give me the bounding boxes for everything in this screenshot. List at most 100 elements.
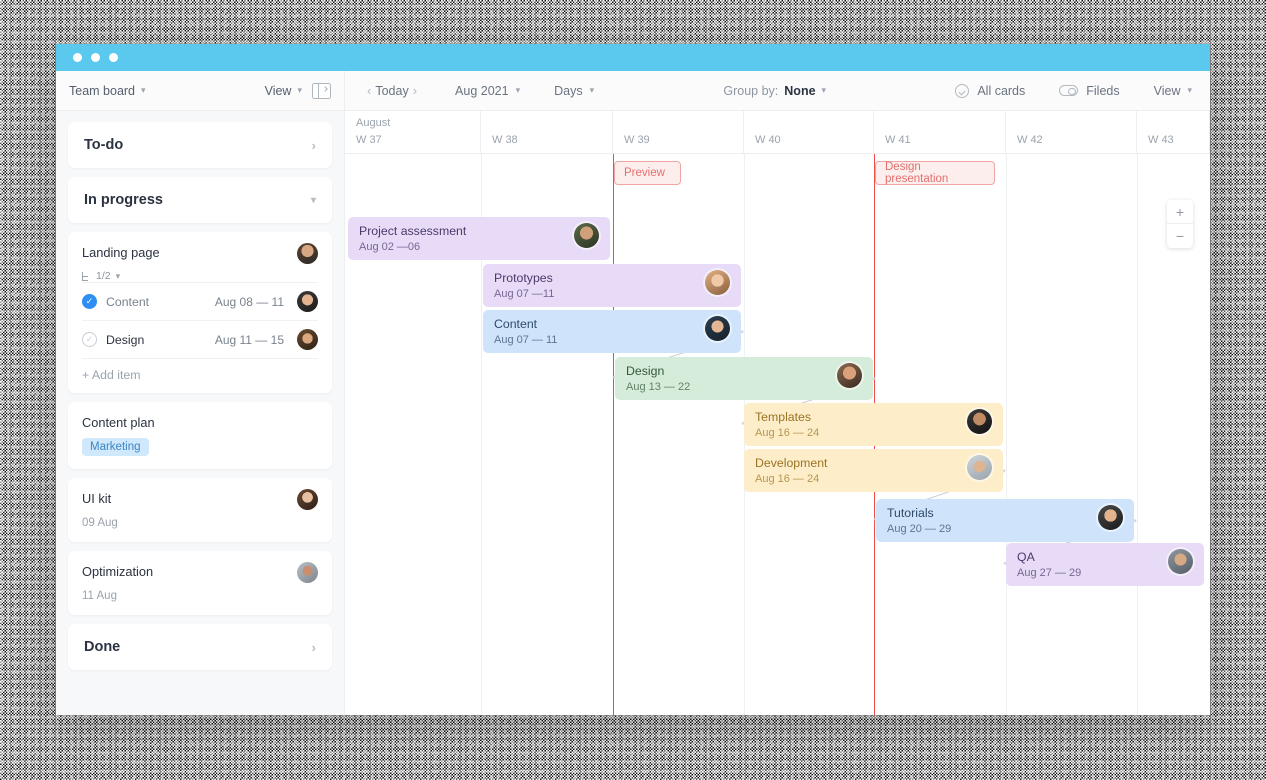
- week-label: W 41: [885, 134, 911, 146]
- avatar: [967, 409, 992, 434]
- timeline-column-header: W 42: [1006, 111, 1137, 153]
- scale-selector[interactable]: Days ▾: [554, 84, 594, 98]
- week-label: W 37: [356, 134, 382, 146]
- add-item-button[interactable]: + Add item: [82, 358, 318, 385]
- grid-line: [1137, 154, 1138, 715]
- checkbox-unchecked-icon[interactable]: ✓: [82, 332, 97, 347]
- subitem-date: Aug 11 — 15: [214, 332, 284, 347]
- group-by-selector[interactable]: Group by: None ▾: [723, 84, 826, 98]
- card-title: Landing page: [82, 245, 160, 260]
- avatar: [297, 489, 318, 510]
- zoom-in-button[interactable]: +: [1167, 200, 1193, 224]
- next-period-button[interactable]: ›: [409, 83, 421, 98]
- task-text: Design Aug 13 — 22: [626, 364, 837, 393]
- task-date-range: Aug 27 — 29: [1017, 567, 1082, 579]
- timeline-column-header: W 41: [874, 111, 1006, 153]
- avatar: [1098, 505, 1123, 530]
- group-title: To-do: [84, 137, 124, 153]
- gantt-task-bar[interactable]: Development Aug 16 — 24: [744, 449, 1003, 492]
- group-by-value: None: [784, 83, 816, 98]
- gantt-task-bar[interactable]: Content Aug 07 — 11: [483, 310, 741, 353]
- list-item[interactable]: Content plan Marketing: [68, 402, 332, 469]
- task-name: Development: [755, 456, 828, 470]
- card-header: Landing page: [82, 243, 318, 264]
- window-close-dot[interactable]: [73, 53, 82, 62]
- avatar: [705, 316, 730, 341]
- card-date: 09 Aug: [82, 517, 118, 529]
- board-selector[interactable]: Team board ▾: [69, 84, 265, 98]
- gantt-task-bar[interactable]: Prototypes Aug 07 —11: [483, 264, 741, 307]
- timeline-grid-header: August W 37 W 38 W 39 W 40 W 41 W 42 W 43: [345, 111, 1210, 154]
- zoom-controls: + −: [1167, 200, 1193, 248]
- window-maximize-dot[interactable]: [109, 53, 118, 62]
- card-date: 11 Aug: [82, 590, 117, 602]
- list-item[interactable]: ✓ Design Aug 11 — 15: [82, 320, 318, 358]
- list-item[interactable]: Optimization 11 Aug: [68, 551, 332, 615]
- list-item[interactable]: UI kit 09 Aug: [68, 478, 332, 542]
- timeline-view-selector[interactable]: View ▾: [1154, 84, 1192, 98]
- sidebar-view-label: View: [264, 83, 292, 98]
- previous-period-button[interactable]: ‹: [363, 83, 375, 98]
- milestone-label[interactable]: Design presentation: [875, 161, 995, 185]
- week-label: W 38: [492, 134, 518, 146]
- fields-button[interactable]: Fileds: [1059, 84, 1120, 98]
- chevron-down-icon: ▾: [297, 85, 302, 95]
- sidebar-group-done[interactable]: Done ›: [68, 624, 332, 670]
- sidebar-group-in-progress[interactable]: In progress ▾: [68, 177, 332, 223]
- sidebar-view-selector[interactable]: View ▾: [265, 84, 302, 98]
- month-selector[interactable]: Aug 2021 ▾: [455, 84, 520, 98]
- subtask-icon: [82, 271, 91, 281]
- gantt-task-bar[interactable]: QA Aug 27 — 29: [1006, 543, 1204, 586]
- chevron-down-icon: ▾: [515, 85, 521, 95]
- zoom-out-button[interactable]: −: [1167, 224, 1193, 248]
- chevron-down-icon: ▾: [821, 85, 827, 95]
- sidebar-group-todo[interactable]: To-do ›: [68, 122, 332, 168]
- avatar: [705, 270, 730, 295]
- panel-toggle-icon[interactable]: [312, 82, 331, 99]
- month-label: Aug 2021: [455, 83, 509, 98]
- avatar: [1168, 549, 1193, 574]
- app-window: Team board ▾ View ▾ To-do › In progress: [56, 44, 1210, 715]
- status-badge: Marketing: [82, 438, 149, 456]
- gantt-task-bar[interactable]: Tutorials Aug 20 — 29: [876, 499, 1134, 542]
- timeline-column-header: W 40: [744, 111, 874, 153]
- subtask-counter[interactable]: 1/2 ▾: [82, 270, 318, 282]
- avatar: [967, 455, 992, 480]
- task-name: Project assessment: [359, 224, 467, 238]
- gantt-task-bar[interactable]: Design Aug 13 — 22: [615, 357, 873, 400]
- task-name: Content: [494, 317, 538, 331]
- today-button[interactable]: Today: [375, 84, 408, 98]
- scale-label: Days: [554, 83, 583, 98]
- all-cards-button[interactable]: All cards: [955, 83, 1026, 98]
- app-body: Team board ▾ View ▾ To-do › In progress: [56, 71, 1210, 715]
- timeline-column-header: W 43: [1137, 111, 1210, 153]
- all-cards-label: All cards: [977, 83, 1026, 98]
- task-date-range: Aug 16 — 24: [755, 427, 820, 439]
- task-date-range: Aug 02 —06: [359, 241, 421, 253]
- window-minimize-dot[interactable]: [91, 53, 100, 62]
- timeline-column-header: W 38: [481, 111, 613, 153]
- list-item[interactable]: ✓ Content Aug 08 — 11: [82, 282, 318, 320]
- group-by-label: Group by:: [723, 83, 779, 98]
- gantt-task-bar[interactable]: Templates Aug 16 — 24: [744, 403, 1003, 446]
- board-name: Team board: [69, 83, 136, 98]
- task-date-range: Aug 07 —11: [494, 288, 555, 300]
- sidebar: Team board ▾ View ▾ To-do › In progress: [56, 71, 345, 715]
- subtask-count: 1/2: [96, 270, 111, 282]
- chevron-down-icon: ▾: [1187, 85, 1193, 95]
- toggle-switch-icon: [1059, 85, 1079, 96]
- task-text: Content Aug 07 — 11: [494, 317, 705, 346]
- week-label: W 40: [755, 134, 781, 146]
- week-label: W 42: [1017, 134, 1043, 146]
- checkbox-checked-icon[interactable]: ✓: [82, 294, 97, 309]
- avatar: [837, 363, 862, 388]
- timeline-toolbar: ‹ Today › Aug 2021 ▾ Days ▾ Group by: No…: [345, 71, 1210, 111]
- timeline-canvas[interactable]: + − Preview Design presentation Project as…: [345, 154, 1210, 715]
- milestone-label[interactable]: Preview: [614, 161, 681, 185]
- task-date-range: Aug 07 — 11: [494, 334, 558, 346]
- avatar: [297, 329, 318, 350]
- chevron-down-icon: ▾: [310, 194, 316, 206]
- gantt-task-bar[interactable]: Project assessment Aug 02 —06: [348, 217, 610, 260]
- today-marker-line: [613, 154, 614, 715]
- list-item[interactable]: Landing page 1/2 ▾ ✓ Content Aug 08 — 11: [68, 232, 332, 393]
